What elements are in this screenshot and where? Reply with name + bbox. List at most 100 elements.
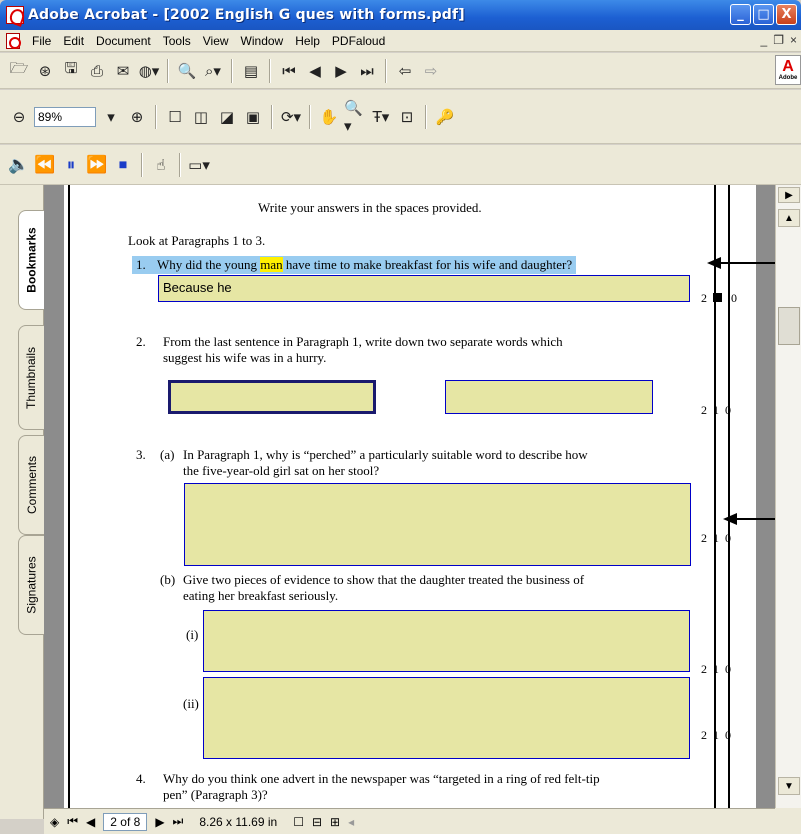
- facing-icon[interactable]: ⊞: [330, 815, 340, 829]
- last-page-icon[interactable]: ⏭: [173, 814, 184, 829]
- speaker-icon[interactable]: 🔈: [8, 154, 30, 176]
- arrow-left-icon: [707, 257, 721, 269]
- close-button[interactable]: X: [776, 4, 797, 25]
- question-4-line1: Why do you think one advert in the newsp…: [163, 771, 600, 786]
- print-icon[interactable]: ⎙: [86, 60, 108, 82]
- zoom-dropdown-icon[interactable]: ▾: [100, 106, 122, 128]
- previous-view-icon[interactable]: ⇦: [394, 60, 416, 82]
- minimize-button[interactable]: _: [730, 4, 751, 25]
- menu-help[interactable]: Help: [289, 34, 326, 48]
- q2-answer-field-2[interactable]: [445, 380, 653, 414]
- separator: [269, 58, 271, 83]
- doc-close-button[interactable]: ×: [790, 33, 797, 47]
- doc-restore-button[interactable]: ❐: [773, 33, 784, 47]
- fit-width-icon[interactable]: ◪: [216, 106, 238, 128]
- zoom-out-icon[interactable]: ⊖: [8, 106, 30, 128]
- menu-pdfaloud[interactable]: PDFaloud: [326, 34, 391, 48]
- snapshot-icon[interactable]: ⊡: [396, 106, 418, 128]
- mark-value: 2: [701, 291, 707, 305]
- last-page-icon[interactable]: ⏭: [356, 60, 378, 82]
- single-page-icon[interactable]: ☐: [293, 815, 304, 829]
- pan-icon[interactable]: ◈: [50, 815, 59, 829]
- separator: [179, 152, 181, 177]
- question-2-text: From the last sentence in Paragraph 1, w…: [163, 334, 691, 366]
- web-icon[interactable]: ◍▾: [138, 60, 160, 82]
- first-page-icon[interactable]: ⏮: [67, 814, 78, 829]
- sub-label-i: (i): [186, 627, 199, 642]
- scroll-down-arrow-icon[interactable]: ▼: [778, 777, 800, 795]
- horizontal-scroll-left-icon[interactable]: ◂: [348, 815, 354, 829]
- previous-page-icon[interactable]: ◀: [304, 60, 326, 82]
- separator: [271, 104, 273, 129]
- secure-icon[interactable]: 🔑: [434, 106, 456, 128]
- maximize-button[interactable]: □: [753, 4, 774, 25]
- q1-marks: 2 0: [701, 291, 737, 306]
- q3b-i-answer-field[interactable]: [203, 610, 690, 672]
- previous-page-icon[interactable]: ◀: [86, 815, 95, 829]
- search-icon[interactable]: ⌕▾: [202, 60, 224, 82]
- continuous-icon[interactable]: ⊟: [312, 815, 322, 829]
- scroll-right-arrow-icon[interactable]: ▶: [778, 187, 800, 203]
- arrow-left-icon: [723, 513, 737, 525]
- next-page-icon[interactable]: ▶: [155, 815, 164, 829]
- menu-edit[interactable]: Edit: [57, 34, 90, 48]
- find-icon[interactable]: 🔍: [176, 60, 198, 82]
- document-icon[interactable]: [6, 32, 21, 49]
- question-3b-line2: eating her breakfast seriously.: [183, 588, 339, 603]
- save-icon[interactable]: 🖫: [60, 59, 82, 82]
- page-number-field[interactable]: 2 of 8: [103, 812, 148, 831]
- menu-document[interactable]: Document: [90, 34, 157, 48]
- zoom-input[interactable]: 89%: [34, 106, 96, 127]
- q3b-i-marks: 210: [701, 662, 737, 677]
- fast-forward-icon[interactable]: ⏩: [86, 154, 108, 176]
- question-text: Why did the young: [157, 257, 261, 272]
- vertical-scrollbar[interactable]: ▶ ▲ ▼: [775, 185, 801, 819]
- email-icon[interactable]: ✉: [112, 60, 134, 82]
- zoom-tool-icon[interactable]: 🔍▾: [344, 99, 366, 135]
- scroll-up-arrow-icon[interactable]: ▲: [778, 209, 800, 227]
- open-icon[interactable]: 🗁: [8, 59, 30, 82]
- tab-signatures[interactable]: Signatures: [18, 535, 44, 635]
- menu-window[interactable]: Window: [235, 34, 290, 48]
- zoom-in-icon[interactable]: ⊕: [126, 106, 148, 128]
- next-view-icon[interactable]: ⇨: [420, 60, 442, 82]
- scroll-thumb[interactable]: [778, 307, 800, 345]
- first-page-icon[interactable]: ⏮: [278, 60, 300, 82]
- rewind-icon[interactable]: ⏪: [34, 154, 56, 176]
- separator: [231, 58, 233, 83]
- question-3b-part: (b): [160, 572, 176, 587]
- menu-tools[interactable]: Tools: [157, 34, 197, 48]
- q3a-answer-field[interactable]: [184, 483, 691, 566]
- tab-bookmarks[interactable]: Bookmarks: [18, 210, 44, 310]
- tab-thumbnails[interactable]: Thumbnails: [18, 325, 44, 430]
- mark-value: 0: [725, 403, 737, 417]
- next-page-icon[interactable]: ▶: [330, 60, 352, 82]
- fit-page-icon[interactable]: ◫: [190, 106, 212, 128]
- mark-value: 2: [701, 728, 713, 742]
- q2-answer-field-1[interactable]: [168, 380, 376, 414]
- navigation-pane-icon[interactable]: ▤: [240, 60, 262, 82]
- pointer-hand-icon[interactable]: ☝: [150, 154, 172, 176]
- form-tool-icon[interactable]: ▭▾: [188, 154, 210, 176]
- rotate-icon[interactable]: ⟳▾: [280, 106, 302, 128]
- acrobat-app-icon[interactable]: [6, 6, 24, 24]
- menu-view[interactable]: View: [197, 34, 235, 48]
- doc-minimize-button[interactable]: _: [761, 33, 768, 47]
- document-view[interactable]: Write your answers in the spaces provide…: [44, 185, 775, 819]
- window-title: Adobe Acrobat - [2002 English G ques wit…: [28, 7, 465, 23]
- mark-value: 2: [701, 531, 713, 545]
- fit-visible-icon[interactable]: ▣: [242, 106, 264, 128]
- stop-icon[interactable]: ⏹: [112, 154, 134, 176]
- pause-icon[interactable]: ⏸: [60, 154, 82, 176]
- tab-comments[interactable]: Comments: [18, 435, 44, 535]
- question-4-number: 4.: [136, 771, 146, 786]
- actual-size-icon[interactable]: ☐: [164, 106, 186, 128]
- q1-answer-field[interactable]: Because he: [158, 275, 690, 302]
- q3b-ii-answer-field[interactable]: [203, 677, 690, 759]
- text-select-icon[interactable]: Ŧ▾: [370, 106, 392, 128]
- web-capture-icon[interactable]: ⊛: [34, 60, 56, 82]
- question-2-line2: suggest his wife was in a hurry.: [163, 350, 327, 365]
- hand-tool-icon[interactable]: ✋: [318, 106, 340, 128]
- menu-file[interactable]: File: [26, 34, 57, 48]
- question-1: 1. Why did the young man have time to ma…: [132, 256, 577, 274]
